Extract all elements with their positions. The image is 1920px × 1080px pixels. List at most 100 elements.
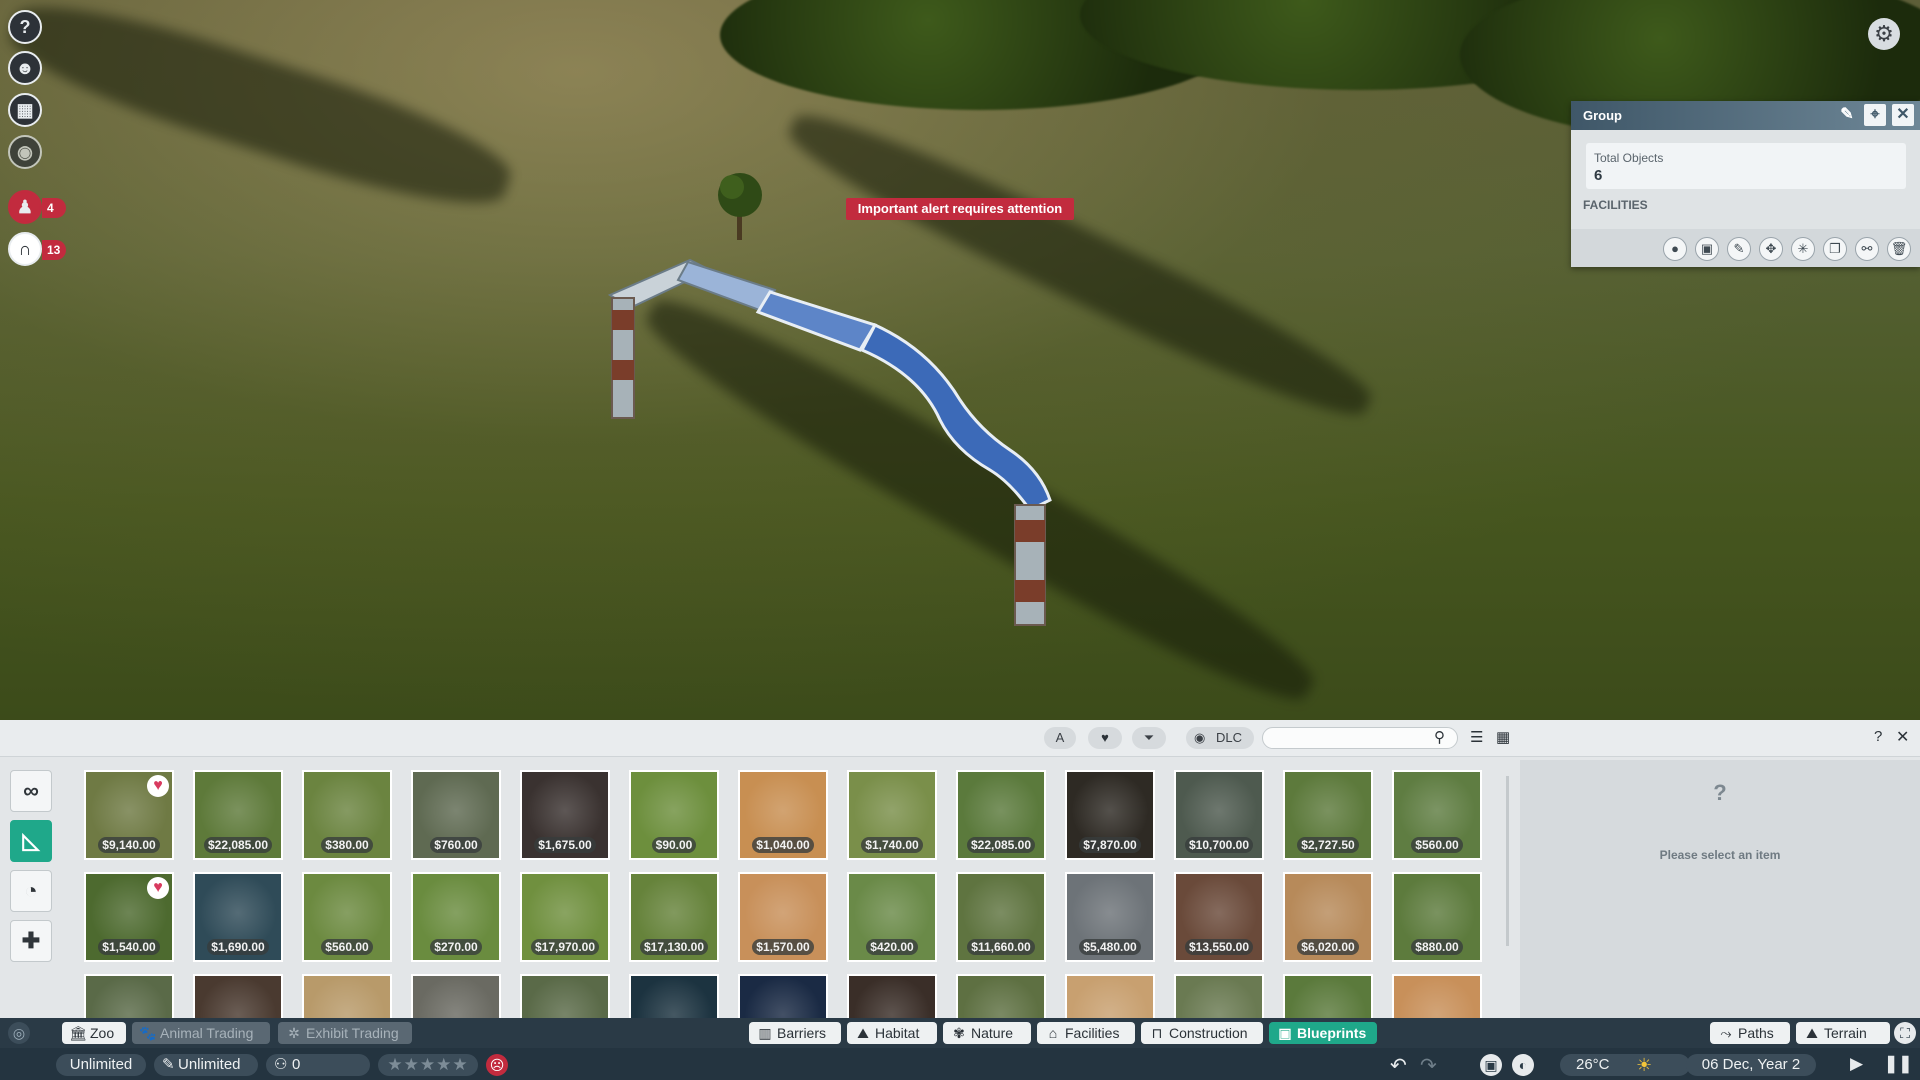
blueprint-item[interactable]: $1,675.00 [520, 770, 610, 860]
money-display[interactable]: Unlimited [56, 1054, 146, 1076]
blueprint-item[interactable]: $1,540.00 ♥ [84, 872, 174, 962]
blueprint-item[interactable]: $880.00 [1392, 872, 1482, 962]
blueprint-item[interactable]: $22,085.00 [956, 770, 1046, 860]
blueprint-item[interactable]: $5,480.00 [1065, 872, 1155, 962]
close-icon[interactable]: ✕ [1896, 727, 1909, 747]
help-icon[interactable]: ? [1874, 728, 1882, 745]
tab-terrain[interactable]: ⛰ Terrain [1796, 1022, 1890, 1044]
blueprint-item[interactable] [193, 974, 283, 1018]
blueprint-item[interactable] [520, 974, 610, 1018]
alert-banner[interactable]: Important alert requires attention [846, 198, 1074, 220]
pause-icon[interactable]: ❚❚ [1884, 1054, 1913, 1074]
blueprint-item[interactable]: $1,570.00 [738, 872, 828, 962]
tab-construction[interactable]: ⊓ Construction [1141, 1022, 1263, 1044]
blueprint-item[interactable] [84, 974, 174, 1018]
tab-facilities[interactable]: ⌂ Facilities [1037, 1022, 1135, 1044]
grid-view-icon[interactable]: ▦ [1496, 728, 1510, 746]
calendar-icon[interactable]: ▦ [8, 93, 42, 127]
paint-icon[interactable]: ● [1663, 237, 1687, 261]
blueprint-item[interactable] [1392, 974, 1482, 1018]
tab-habitat[interactable]: ⛰ Habitat [847, 1022, 937, 1044]
favourite-heart-icon[interactable]: ♥ [147, 775, 169, 797]
rename-pencil-icon[interactable]: ✎ [1836, 104, 1858, 126]
search-icon[interactable]: ⚲ [1434, 728, 1445, 746]
redo-icon[interactable]: ↷ [1420, 1053, 1437, 1078]
undo-icon[interactable]: ↶ [1390, 1053, 1407, 1078]
blueprint-item[interactable]: $760.00 [411, 770, 501, 860]
tab-animal-trading[interactable]: 🐾 Animal Trading [132, 1022, 270, 1044]
blueprint-item[interactable] [302, 974, 392, 1018]
search-input[interactable] [1262, 727, 1458, 749]
visibility-icon[interactable]: ◉ [8, 135, 42, 169]
blueprint-item[interactable]: $420.00 [847, 872, 937, 962]
blueprint-walkway[interactable] [600, 250, 1080, 630]
sort-icon[interactable]: ☰ [1470, 728, 1483, 746]
blueprint-item[interactable] [411, 974, 501, 1018]
tab-zoo[interactable]: 🏛 Zoo [62, 1022, 126, 1044]
staff-icon[interactable]: ♟ [8, 190, 42, 224]
blueprint-item[interactable]: $90.00 [629, 770, 719, 860]
tab-nature[interactable]: ✾ Nature [943, 1022, 1031, 1044]
close-icon[interactable]: ✕ [1892, 104, 1914, 126]
blueprint-item[interactable]: $10,700.00 [1174, 770, 1264, 860]
blueprint-item[interactable]: $22,085.00 [193, 770, 283, 860]
blueprint-item[interactable]: $1,690.00 [193, 872, 283, 962]
blueprint-item[interactable]: $270.00 [411, 872, 501, 962]
blueprint-item[interactable]: $9,140.00 ♥ [84, 770, 174, 860]
blueprint-item[interactable] [956, 974, 1046, 1018]
infinity-icon[interactable]: ∞ [10, 770, 52, 812]
blueprint-item[interactable]: $13,550.00 [1174, 872, 1264, 962]
game-viewport[interactable]: Important alert requires attention ? ☻ ▦… [0, 0, 1920, 720]
camera-icon[interactable]: ⛶ [1894, 1022, 1916, 1044]
dlc-filter-button[interactable]: ◉ DLC [1186, 727, 1254, 749]
blueprint-item[interactable]: $7,870.00 [1065, 770, 1155, 860]
play-icon[interactable]: ▶ [1850, 1054, 1863, 1074]
sad-face-icon[interactable]: ☹ [486, 1054, 508, 1076]
steam-workshop-icon[interactable]: ◔ [10, 870, 52, 912]
zoopedia-icon[interactable]: ☻ [8, 51, 42, 85]
tab-barriers[interactable]: ▥ Barriers [749, 1022, 841, 1044]
blueprint-item[interactable]: $1,040.00 [738, 770, 828, 860]
puzzle-icon[interactable]: ✚ [10, 920, 52, 962]
locate-pin-icon[interactable]: ⌖ [1864, 104, 1886, 126]
move-icon[interactable]: ✥ [1759, 237, 1783, 261]
blueprint-item[interactable] [847, 974, 937, 1018]
heatmap-icon[interactable]: ◐ [1512, 1054, 1534, 1076]
blueprint-item[interactable]: $560.00 [302, 872, 392, 962]
blueprint-item[interactable]: $560.00 [1392, 770, 1482, 860]
blueprint-item[interactable]: $6,020.00 [1283, 872, 1373, 962]
blueprint-item[interactable]: $2,727.50 [1283, 770, 1373, 860]
blueprint-tab-icon[interactable]: ◺ [10, 820, 52, 862]
main-menu-icon[interactable]: ◎ [8, 1022, 30, 1044]
camera-mode-icon[interactable]: ▣ [1480, 1054, 1502, 1076]
grid-scrollbar[interactable] [1506, 776, 1509, 946]
filter-a-button[interactable]: A [1044, 727, 1076, 749]
settings-gear-icon[interactable]: ⚙ [1868, 18, 1900, 50]
blueprint-item[interactable] [1283, 974, 1373, 1018]
unlink-icon[interactable]: ⚯ [1855, 237, 1879, 261]
guest-count-display[interactable]: ⚇ 0 [266, 1054, 370, 1076]
blueprint-item[interactable] [738, 974, 828, 1018]
blueprint-item[interactable] [1174, 974, 1264, 1018]
research-display[interactable]: ✎ Unlimited [154, 1054, 258, 1076]
blueprint-item[interactable]: $1,740.00 [847, 770, 937, 860]
blueprint-item[interactable] [1065, 974, 1155, 1018]
filter-funnel-icon[interactable]: ⏷ [1132, 727, 1166, 749]
zoo-rating-stars[interactable]: ★★★★★ [378, 1054, 478, 1076]
favourites-heart-icon[interactable]: ♥ [1088, 727, 1122, 749]
blueprint-item[interactable]: $17,970.00 [520, 872, 610, 962]
delete-icon[interactable]: 🗑 [1887, 237, 1911, 261]
blueprint-item[interactable] [629, 974, 719, 1018]
tab-blueprints[interactable]: ▣ Blueprints [1269, 1022, 1377, 1044]
blueprint-item[interactable]: $380.00 [302, 770, 392, 860]
favourite-heart-icon[interactable]: ♥ [147, 877, 169, 899]
blueprint-item[interactable]: $17,130.00 [629, 872, 719, 962]
explode-icon[interactable]: ✳ [1791, 237, 1815, 261]
edit-icon[interactable]: ✎ [1727, 237, 1751, 261]
duplicate-icon[interactable]: ❐ [1823, 237, 1847, 261]
blueprint-icon[interactable]: ▣ [1695, 237, 1719, 261]
tab-exhibit-trading[interactable]: ✲ Exhibit Trading [278, 1022, 412, 1044]
blueprint-item[interactable]: $11,660.00 [956, 872, 1046, 962]
help-icon[interactable]: ? [8, 10, 42, 44]
guest-icon[interactable]: ∩ [8, 232, 42, 266]
